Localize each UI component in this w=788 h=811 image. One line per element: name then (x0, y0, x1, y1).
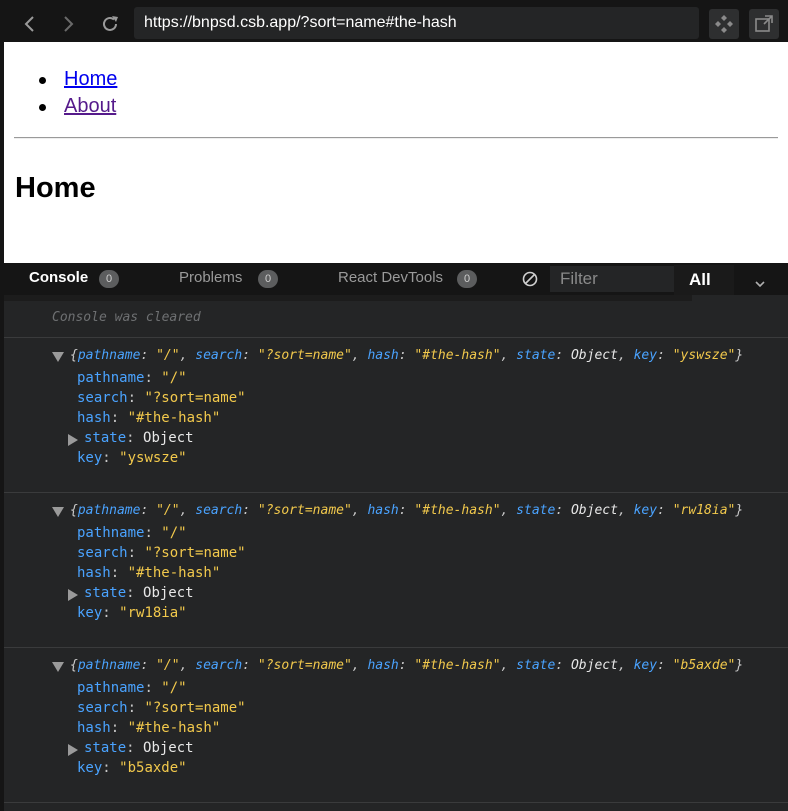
nav-item-home: Home (4, 64, 117, 91)
separator (4, 337, 788, 338)
tab-console[interactable]: Console (29, 263, 88, 295)
prop-key: key: "b5axde" (77, 760, 187, 776)
nav-link-home[interactable]: Home (64, 68, 117, 90)
bullet (39, 104, 46, 111)
entry-summary: {pathname: "/", search: "?sort=name", ha… (70, 658, 744, 673)
expand-state-toggle[interactable] (68, 744, 78, 756)
log-level-select[interactable]: All (674, 265, 734, 295)
nav-link-about[interactable]: About (64, 95, 116, 117)
prop-search: search: "?sort=name" (77, 390, 246, 406)
prop-state: state: Object (84, 585, 194, 601)
clear-console-button[interactable] (522, 271, 538, 292)
chevron-down-icon (755, 281, 765, 288)
expand-state-toggle[interactable] (68, 589, 78, 601)
separator (4, 647, 788, 648)
prop-search: search: "?sort=name" (77, 545, 246, 561)
preview-pane: Home About Home (4, 42, 788, 263)
chevron-left-icon (24, 16, 34, 32)
url-input[interactable]: https://bnpsd.csb.app/?sort=name#the-has… (134, 7, 699, 39)
console-toolbar-strip (4, 295, 692, 301)
expand-state-toggle[interactable] (68, 434, 78, 446)
prop-key: key: "yswsze" (77, 450, 187, 466)
filter-input[interactable] (550, 266, 674, 292)
tab-react-devtools-count: 0 (457, 270, 477, 288)
open-new-window-button[interactable] (749, 9, 779, 39)
chevron-right-icon (64, 16, 74, 32)
prop-hash: hash: "#the-hash" (77, 565, 221, 581)
refresh-button[interactable] (96, 10, 124, 38)
block-icon (522, 271, 538, 287)
refresh-icon (103, 16, 118, 31)
tab-react-devtools[interactable]: React DevTools (338, 263, 443, 295)
tab-label: Problems (179, 269, 243, 286)
tab-problems[interactable]: Problems (179, 263, 242, 295)
log-level-value: All (689, 270, 711, 289)
log-level-dropdown[interactable] (754, 275, 766, 293)
component-icon (715, 15, 733, 33)
prop-state: state: Object (84, 430, 194, 446)
app-frame: https://bnpsd.csb.app/?sort=name#the-has… (4, 4, 788, 811)
tab-label: React DevTools (338, 269, 444, 286)
bullet (39, 77, 46, 84)
nav-item-about: About (4, 91, 117, 118)
collapse-toggle[interactable] (52, 507, 64, 517)
prop-state: state: Object (84, 740, 194, 756)
prop-pathname: pathname: "/" (77, 525, 187, 541)
browser-toolbar: https://bnpsd.csb.app/?sort=name#the-has… (4, 4, 788, 42)
entry-summary: {pathname: "/", search: "?sort=name", ha… (70, 348, 744, 363)
forward-button[interactable] (54, 10, 82, 38)
prop-key: key: "rw18ia" (77, 605, 187, 621)
divider (14, 137, 778, 139)
collapse-toggle[interactable] (52, 352, 64, 362)
prop-hash: hash: "#the-hash" (77, 410, 221, 426)
prop-pathname: pathname: "/" (77, 680, 187, 696)
separator (4, 492, 788, 493)
devtools-toggle-button[interactable] (709, 9, 739, 39)
console-tab-bar: Console 0 Problems 0 React DevTools 0 Al… (4, 263, 788, 295)
console-cleared-message: Console was cleared (52, 310, 201, 325)
prop-pathname: pathname: "/" (77, 370, 187, 386)
external-link-icon (755, 15, 773, 32)
separator (4, 802, 788, 803)
entry-summary: {pathname: "/", search: "?sort=name", ha… (70, 503, 744, 518)
tab-console-count: 0 (99, 270, 119, 288)
collapse-toggle[interactable] (52, 662, 64, 672)
back-button[interactable] (16, 10, 44, 38)
nav-list: Home About (4, 64, 117, 118)
page-title: Home (15, 172, 96, 204)
prop-hash: hash: "#the-hash" (77, 720, 221, 736)
prop-search: search: "?sort=name" (77, 700, 246, 716)
tab-label: Console (29, 269, 89, 286)
tab-problems-count: 0 (258, 270, 278, 288)
